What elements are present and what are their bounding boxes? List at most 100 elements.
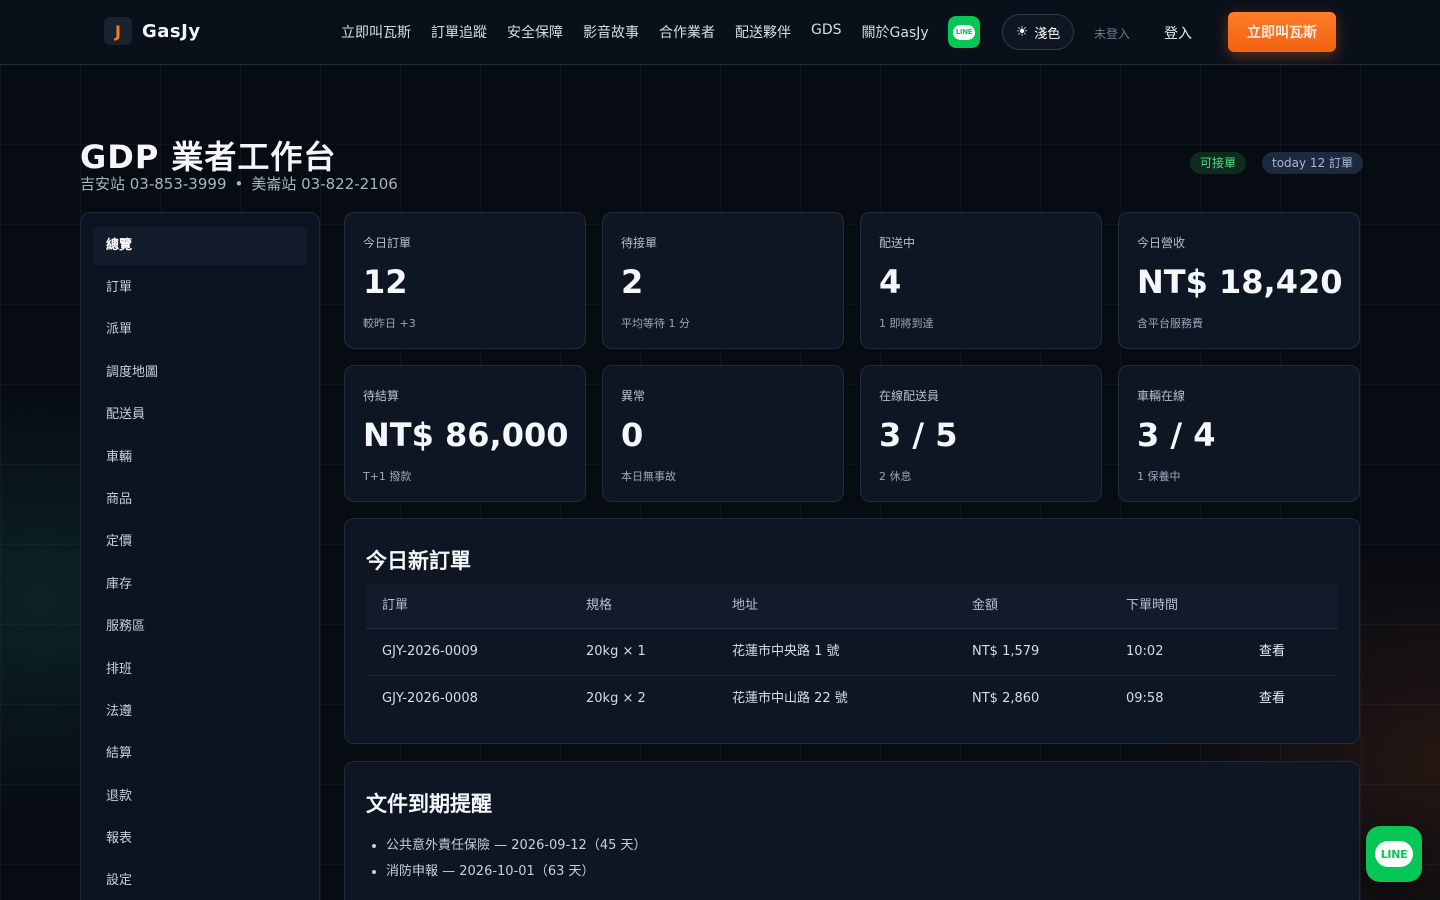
order-spec: 20kg × 2 [586,691,646,706]
sidebar-item-refunds[interactable]: 退款 [93,778,307,816]
column-header-order: 訂單 [382,598,409,613]
order-time: 09:58 [1126,691,1164,706]
login-status: 未登入 [1094,27,1131,41]
stat-label: 異常 [621,389,646,403]
stat-card-incidents: 異常 0 本日無事故 [602,365,844,502]
stat-label: 在線配送員 [879,389,940,403]
sidebar-item-overview[interactable]: 總覽 [93,227,307,265]
stat-value: 12 [363,263,408,301]
stat-note: T+1 撥款 [363,470,412,483]
login-link[interactable]: 登入 [1164,23,1192,43]
sidebar-item-products[interactable]: 商品 [93,481,307,519]
order-gas-cta-button[interactable]: 立即叫瓦斯 [1228,12,1336,52]
theme-toggle-button[interactable]: ☀ 淺色 [1002,14,1074,50]
stat-label: 今日訂單 [363,236,412,250]
document-expiry-panel: 文件到期提醒 公共意外責任保險 — 2026-09-12（45 天） 消防申報 … [344,761,1360,900]
status-badge: 可接單 [1190,152,1247,174]
table-row: GJY-2026-0008 20kg × 2 花蓮市中山路 22 號 NT$ 2… [366,676,1338,723]
order-amount: NT$ 2,860 [972,691,1040,706]
order-address: 花蓮市中山路 22 號 [732,691,848,706]
today-orders-panel: 今日新訂單 訂單 規格 地址 金額 下單時間 GJY-2026-0009 20k… [344,518,1360,744]
stat-label: 今日營收 [1137,236,1186,250]
stat-label: 車輛在線 [1137,389,1186,403]
sidebar-item-pricing[interactable]: 定價 [93,523,307,561]
sidebar-item-inventory[interactable]: 庫存 [93,566,307,604]
stat-value: 2 [621,263,644,301]
stat-value: NT$ 18,420 [1137,263,1343,301]
stat-card-drivers-online: 在線配送員 3 / 5 2 休息 [860,365,1102,502]
stat-note: 平均等待 1 分 [621,317,690,330]
order-amount: NT$ 1,579 [972,644,1040,659]
station-info: 吉安站 03-853-3999 • 美崙站 03-822-2106 [80,173,398,194]
station-jian: 吉安站 03-853-3999 [80,175,227,193]
nav-link-delivery-partners[interactable]: 配送夥伴 [735,22,791,42]
line-icon: LINE [953,24,975,40]
nav-link-order-gas[interactable]: 立即叫瓦斯 [341,22,411,42]
nav-link-safety[interactable]: 安全保障 [507,22,563,42]
sidebar-item-settlement[interactable]: 結算 [93,735,307,773]
line-button[interactable]: LINE [948,16,980,48]
stat-value: 3 / 5 [879,416,958,454]
brand-name: GasJy [142,20,201,42]
sidebar-item-schedule[interactable]: 排班 [93,651,307,689]
view-order-link[interactable]: 查看 [1259,676,1285,722]
station-meilun: 美崙站 03-822-2106 [251,175,398,193]
sidebar-item-dispatch-map[interactable]: 調度地圖 [93,354,307,392]
stat-value: 3 / 4 [1137,416,1216,454]
list-item: 公共意外責任保險 — 2026-09-12（45 天） [386,833,647,859]
list-item: 消防申報 — 2026-10-01（63 天） [386,859,647,885]
column-header-amount: 金額 [972,598,999,613]
stat-note: 較昨日 +3 [363,317,416,330]
column-header-address: 地址 [732,598,759,613]
theme-label: 淺色 [1034,26,1061,42]
stat-card-delivering: 配送中 4 1 即將到達 [860,212,1102,349]
stat-value: 0 [621,416,644,454]
stat-label: 配送中 [879,236,916,250]
panel-title: 文件到期提醒 [366,792,492,816]
sidebar-item-compliance[interactable]: 法遵 [93,693,307,731]
stat-card-vehicles-online: 車輛在線 3 / 4 1 保養中 [1118,365,1360,502]
sidebar: 總覽 訂單 派單 調度地圖 配送員 車輛 商品 定價 庫存 服務區 排班 法遵 … [80,212,320,900]
sidebar-item-vehicles[interactable]: 車輛 [93,439,307,477]
stat-card-revenue: 今日營收 NT$ 18,420 含平台服務費 [1118,212,1360,349]
order-time: 10:02 [1126,644,1164,659]
column-header-spec: 規格 [586,598,613,613]
stat-note: 1 即將到達 [879,317,934,330]
sidebar-item-service-area[interactable]: 服務區 [93,608,307,646]
panel-title: 今日新訂單 [366,549,471,573]
stat-note: 1 保養中 [1137,470,1181,483]
stat-value: 4 [879,263,902,301]
page-title: GDP 業者工作台 [80,138,337,176]
sidebar-item-reports[interactable]: 報表 [93,820,307,858]
table-header: 訂單 規格 地址 金額 下單時間 [366,583,1338,629]
separator: • [234,175,244,193]
top-navbar: J GasJy 立即叫瓦斯 訂單追蹤 安全保障 影音故事 合作業者 配送夥伴 G… [0,0,1440,65]
stat-card-today-orders: 今日訂單 12 較昨日 +3 [344,212,586,349]
sidebar-item-dispatch[interactable]: 派單 [93,311,307,349]
order-spec: 20kg × 1 [586,644,646,659]
nav-link-order-tracking[interactable]: 訂單追蹤 [431,22,487,42]
order-id: GJY-2026-0008 [382,691,478,706]
nav-link-gds[interactable]: GDS [811,22,842,42]
view-order-link[interactable]: 查看 [1259,629,1285,675]
sun-icon: ☀ [1015,24,1029,40]
orders-table: 訂單 規格 地址 金額 下單時間 GJY-2026-0009 20kg × 1 … [366,583,1338,723]
document-list: 公共意外責任保險 — 2026-09-12（45 天） 消防申報 — 2026-… [386,833,647,885]
stat-value: NT$ 86,000 [363,416,569,454]
brand-logo-icon: J [104,17,132,45]
nav-link-partners[interactable]: 合作業者 [659,22,715,42]
sidebar-item-drivers[interactable]: 配送員 [93,396,307,434]
order-address: 花蓮市中央路 1 號 [732,644,840,659]
sidebar-item-settings[interactable]: 設定 [93,862,307,900]
stat-card-pending: 待接單 2 平均等待 1 分 [602,212,844,349]
brand[interactable]: J GasJy [104,17,201,45]
nav-link-about[interactable]: 關於GasJy [862,22,929,42]
sidebar-item-orders[interactable]: 訂單 [93,269,307,307]
stat-card-pending-settlement: 待結算 NT$ 86,000 T+1 撥款 [344,365,586,502]
floating-line-button[interactable]: LINE [1366,826,1422,882]
column-header-time: 下單時間 [1126,598,1179,613]
stat-note: 2 休息 [879,470,912,483]
stat-note: 本日無事故 [621,470,676,483]
nav-link-stories[interactable]: 影音故事 [583,22,639,42]
table-row: GJY-2026-0009 20kg × 1 花蓮市中央路 1 號 NT$ 1,… [366,629,1338,676]
